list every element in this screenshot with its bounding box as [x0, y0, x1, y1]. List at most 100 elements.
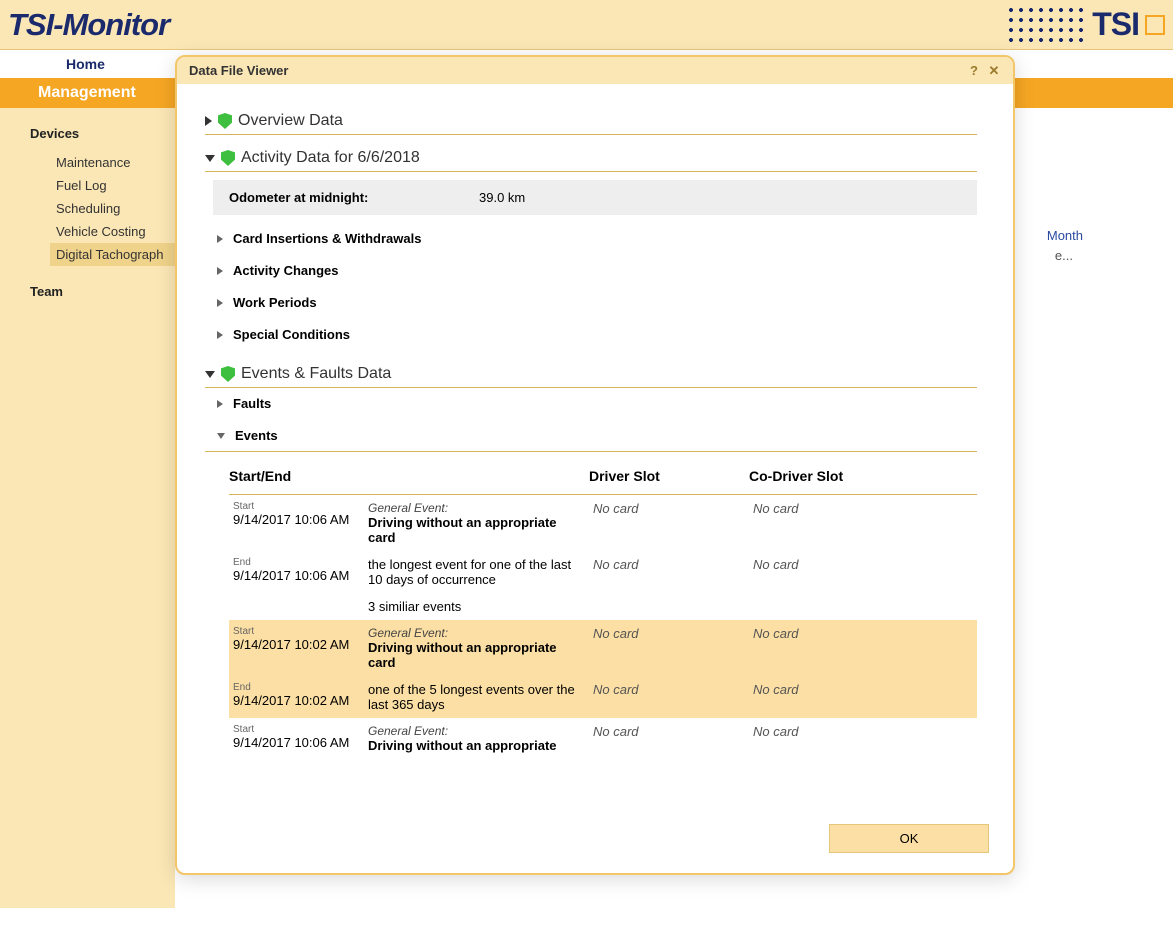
logo-tsi-text: TSI [1092, 6, 1139, 43]
close-icon[interactable]: ✕ [987, 64, 1001, 78]
background-extra-text: e... [1055, 248, 1073, 263]
event-note: one of the 5 longest events over the las… [368, 682, 577, 712]
header-start-end: Start/End [229, 468, 589, 484]
start-time: 9/14/2017 10:06 AM [233, 735, 368, 750]
sidebar-item-digital-tachograph[interactable]: Digital Tachograph [50, 243, 175, 266]
general-event-label: General Event: [368, 501, 577, 515]
ok-button[interactable]: OK [829, 824, 989, 853]
codriver-slot-value: No card [753, 724, 913, 753]
section-title-overview: Overview Data [238, 112, 343, 130]
subsection-activity-changes[interactable]: Activity Changes [205, 255, 977, 287]
header-codriver-slot: Co-Driver Slot [749, 468, 909, 484]
sidebar-item-devices[interactable]: Devices [0, 116, 175, 151]
shield-icon [221, 366, 235, 382]
sidebar-item-maintenance[interactable]: Maintenance [50, 151, 175, 174]
odometer-value: 39.0 km [479, 190, 525, 205]
table-row: Start9/14/2017 10:06 AMGeneral Event:Dri… [229, 495, 977, 551]
section-header-activity[interactable]: Activity Data for 6/6/2018 [205, 145, 977, 172]
event-title: Driving without an appropriate card [368, 640, 577, 670]
shield-icon [218, 113, 232, 129]
background-month-link[interactable]: Month [1047, 228, 1083, 243]
codriver-slot-value: No card [753, 557, 913, 587]
codriver-slot-value: No card [753, 682, 913, 712]
subsection-title: Special Conditions [233, 327, 350, 342]
subsection-title: Work Periods [233, 295, 317, 310]
sidebar-item-vehicle-costing[interactable]: Vehicle Costing [50, 220, 175, 243]
driver-slot-value: No card [593, 501, 753, 545]
event-extra-note: 3 similiar events [368, 599, 577, 614]
help-icon[interactable]: ? [967, 64, 981, 78]
sidebar: Devices Maintenance Fuel Log Scheduling … [0, 108, 175, 908]
shield-icon [221, 150, 235, 166]
sidebar-item-fuel-log[interactable]: Fuel Log [50, 174, 175, 197]
odometer-label: Odometer at midnight: [229, 190, 479, 205]
start-label: Start [233, 501, 368, 512]
driver-slot-value: No card [593, 682, 753, 712]
codriver-slot-value: No card [753, 626, 913, 670]
sidebar-item-team[interactable]: Team [0, 274, 175, 309]
event-group[interactable]: Start9/14/2017 10:06 AMGeneral Event:Dri… [229, 718, 977, 759]
chevron-right-icon [205, 116, 212, 126]
event-note: the longest event for one of the last 10… [368, 557, 577, 587]
section-header-overview[interactable]: Overview Data [205, 108, 977, 135]
table-row: Start9/14/2017 10:02 AMGeneral Event:Dri… [229, 620, 977, 676]
modal-title-actions: ? ✕ [967, 64, 1001, 78]
section-header-events-faults[interactable]: Events & Faults Data [205, 361, 977, 388]
chevron-right-icon [217, 299, 223, 307]
tab-home[interactable]: Home [46, 50, 125, 78]
table-row: End9/14/2017 10:06 AMthe longest event f… [229, 551, 977, 593]
subheader-label: Management [38, 84, 136, 102]
subsection-title: Activity Changes [233, 263, 338, 278]
logo-right: TSI [1006, 5, 1165, 45]
sidebar-item-scheduling[interactable]: Scheduling [50, 197, 175, 220]
driver-slot-value: No card [593, 557, 753, 587]
driver-slot-value: No card [593, 626, 753, 670]
chevron-down-icon [205, 155, 215, 162]
subsection-card-insertions[interactable]: Card Insertions & Withdrawals [205, 223, 977, 255]
event-title: Driving without an appropriate card [368, 515, 577, 545]
subsection-events[interactable]: Events [205, 420, 977, 452]
table-row: 3 similiar events [229, 593, 977, 620]
section-events-faults: Events & Faults Data Faults Events Start… [205, 361, 977, 759]
subsection-title: Faults [233, 396, 271, 411]
end-time: 9/14/2017 10:06 AM [233, 568, 368, 583]
chevron-right-icon [217, 235, 223, 243]
chevron-right-icon [217, 331, 223, 339]
header-driver-slot: Driver Slot [589, 468, 749, 484]
general-event-label: General Event: [368, 626, 577, 640]
end-time: 9/14/2017 10:02 AM [233, 693, 368, 708]
fullscreen-icon[interactable] [1145, 15, 1165, 35]
modal-body: Overview Data Activity Data for 6/6/2018… [177, 84, 1013, 814]
subsection-title: Events [235, 428, 278, 443]
subsection-work-periods[interactable]: Work Periods [205, 287, 977, 319]
table-row: End9/14/2017 10:02 AMone of the 5 longes… [229, 676, 977, 718]
section-activity: Activity Data for 6/6/2018 Odometer at m… [205, 145, 977, 351]
driver-slot-value: No card [593, 724, 753, 753]
section-title-activity: Activity Data for 6/6/2018 [241, 149, 420, 167]
chevron-down-icon [205, 371, 215, 378]
subsection-special-conditions[interactable]: Special Conditions [205, 319, 977, 351]
end-label: End [233, 682, 368, 693]
sidebar-subitems: Maintenance Fuel Log Scheduling Vehicle … [0, 151, 175, 274]
table-row: Start9/14/2017 10:06 AMGeneral Event:Dri… [229, 718, 977, 759]
events-table: Start/End Driver Slot Co-Driver Slot Sta… [229, 458, 977, 759]
start-label: Start [233, 724, 368, 735]
odometer-row: Odometer at midnight: 39.0 km [213, 180, 977, 215]
event-group[interactable]: Start 9/14/2017 10:02 AM General Event:Dri… [229, 620, 977, 718]
chevron-down-icon [217, 433, 225, 439]
logo-dots-icon [1006, 5, 1086, 45]
events-body: Start9/14/2017 10:06 AMGeneral Event:Dri… [229, 495, 977, 759]
header-bar: TSI-Monitor TSI [0, 0, 1173, 50]
codriver-slot-value: No card [753, 501, 913, 545]
subsection-faults[interactable]: Faults [205, 388, 977, 420]
chevron-right-icon [217, 400, 223, 408]
event-group[interactable]: Start 9/14/2017 10:06 AM General Event:Dri… [229, 495, 977, 620]
section-overview: Overview Data [205, 108, 977, 135]
app-title: TSI-Monitor [8, 7, 169, 43]
modal-title-text: Data File Viewer [189, 63, 288, 78]
data-file-viewer-modal: Data File Viewer ? ✕ Overview Data Activ… [175, 55, 1015, 875]
modal-titlebar: Data File Viewer ? ✕ [177, 57, 1013, 84]
start-label: Start [233, 626, 368, 637]
chevron-right-icon [217, 267, 223, 275]
modal-scroll-area[interactable]: Overview Data Activity Data for 6/6/2018… [205, 108, 1001, 808]
